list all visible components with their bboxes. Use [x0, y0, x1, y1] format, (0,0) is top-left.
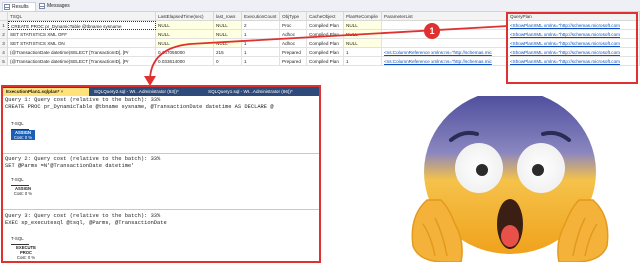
column-header-lastelapsedtime[interactable]: LastElapsedTime(sec) — [156, 12, 214, 21]
table-cell-executioncount[interactable]: 1 — [242, 30, 280, 39]
tab-execution-plan[interactable]: ExecutionPlan1.sqlplan* × — [3, 88, 89, 96]
tab-sqlquery2[interactable]: SQLQuery2.sql - WI...Administrator (63))… — [91, 88, 203, 96]
row-number[interactable]: 1 — [0, 21, 8, 30]
table-cell-last-rows[interactable]: 215 — [214, 48, 242, 57]
query-divider — [3, 209, 319, 210]
table-cell-tsql[interactable]: (@TransactionDate datetime)SELECT [Trans… — [8, 57, 156, 66]
table-cell-executioncount[interactable]: 2 — [242, 21, 280, 30]
row-number[interactable]: 4 — [0, 48, 8, 57]
plan-node-name: EXECUTE PROC — [16, 245, 36, 255]
table-cell-parameterlist-link[interactable]: <ns:ColumnReference xmlns:ns="http://sch… — [382, 48, 508, 57]
table-cell-objtype[interactable]: Proc — [280, 21, 307, 30]
tab-messages-label: Messages — [47, 3, 70, 9]
tab-sqlquery1-label: SQLQuery1.sql - WI...Administrator (66))… — [208, 89, 293, 94]
column-header-executioncount[interactable]: ExecutionCount — [242, 12, 280, 21]
table-cell-lastelapsedtime[interactable]: NULL — [156, 21, 214, 30]
tsql-root-label: T-SQL — [11, 177, 24, 182]
query-statement: EXEC sp_executesql @tsql, @Parms, @Trans… — [5, 220, 167, 226]
table-cell-objtype[interactable]: Adhoc — [280, 30, 307, 39]
tab-sqlquery2-label: SQLQuery2.sql - WI...Administrator (63))… — [94, 89, 179, 94]
table-cell-planrecompile[interactable]: 1 — [344, 48, 382, 57]
table-cell-planrecompile[interactable]: NULL — [344, 39, 382, 48]
table-cell-planrecompile[interactable]: NULL — [344, 21, 382, 30]
column-header-cacheobject[interactable]: CacheObject — [307, 12, 344, 21]
table-cell-lastelapsedtime[interactable]: NULL — [156, 39, 214, 48]
row-number[interactable]: 3 — [0, 39, 8, 48]
table-cell-executioncount[interactable]: 1 — [242, 57, 280, 66]
table-cell-objtype[interactable]: Prepared — [280, 48, 307, 57]
plan-node-cost: Cost: 0 % — [16, 255, 36, 260]
query-statement: CREATE PROC pr_DynamicTable @tbname sysn… — [5, 104, 274, 110]
table-cell-planrecompile[interactable]: NULL — [344, 30, 382, 39]
table-cell-cacheobject[interactable]: Compiled Plan — [307, 39, 344, 48]
table-cell-cacheobject[interactable]: Compiled Plan — [307, 48, 344, 57]
tab-sqlquery1[interactable]: SQLQuery1.sql - WI...Administrator (66))… — [205, 88, 317, 96]
query-statement: SET @Parms =N'@TransactionDate datetime' — [5, 163, 135, 169]
table-cell-parameterlist[interactable] — [382, 39, 508, 48]
column-header-parameterlist[interactable]: ParameterList — [382, 12, 508, 21]
plan-node-assign[interactable]: ASSIGN Cost: 0 % — [11, 130, 35, 140]
query-header: Query 1: Query cost (relative to the bat… — [5, 97, 161, 103]
table-cell-cacheobject[interactable]: Compiled Plan — [307, 21, 344, 30]
execution-plan-window: ExecutionPlan1.sqlplan* × SQLQuery2.sql … — [1, 85, 321, 263]
table-cell-last-rows[interactable]: NULL — [214, 30, 242, 39]
queryplan-highlight-box — [506, 12, 638, 84]
table-cell-objtype[interactable]: Prepared — [280, 57, 307, 66]
tab-results[interactable]: Results — [2, 2, 36, 11]
table-cell-executioncount[interactable]: 1 — [242, 39, 280, 48]
table-cell-tsql[interactable]: (@TransactionDate datetime)SELECT [Trans… — [8, 48, 156, 57]
row-header-corner — [0, 12, 8, 21]
tsql-root-label: T-SQL — [11, 121, 24, 126]
grid-icon — [4, 4, 10, 10]
table-cell-lastelapsedtime[interactable]: NULL — [156, 30, 214, 39]
table-cell-parameterlist-link[interactable]: <ns:ColumnReference xmlns:ns="http://sch… — [382, 57, 508, 66]
row-number[interactable]: 5 — [0, 57, 8, 66]
column-header-tsql[interactable]: TSQL — [8, 12, 156, 21]
column-header-objtype[interactable]: ObjType — [280, 12, 307, 21]
table-cell-lastelapsedtime[interactable]: 0.033614000 — [156, 57, 214, 66]
table-cell-objtype[interactable]: Adhoc — [280, 39, 307, 48]
table-cell-last-rows[interactable]: NULL — [214, 39, 242, 48]
query-header: Query 2: Query cost (relative to the bat… — [5, 156, 161, 162]
step-number-badge: 1 — [424, 23, 440, 39]
table-cell-cacheobject[interactable]: Compiled Plan — [307, 57, 344, 66]
table-cell-executioncount[interactable]: 1 — [242, 48, 280, 57]
table-cell-tsql[interactable]: SET STATISTICS XML OFF — [8, 30, 156, 39]
query-divider — [3, 153, 319, 154]
column-header-planrecompile[interactable]: PlanReCompile — [344, 12, 382, 21]
table-cell-lastelapsedtime[interactable]: 0.147056000 — [156, 48, 214, 57]
column-header-last-rows[interactable]: last_rows — [214, 12, 242, 21]
tab-messages[interactable]: Messages — [38, 2, 78, 11]
close-icon[interactable]: × — [61, 89, 64, 94]
results-grid: TSQL LastElapsedTime(sec) last_rows Exec… — [0, 12, 640, 86]
tab-results-label: Results — [12, 4, 29, 10]
plan-node-cost: Cost: 0 % — [13, 191, 33, 196]
execution-plan-canvas[interactable]: Query 1: Query cost (relative to the bat… — [3, 96, 319, 261]
row-number[interactable]: 2 — [0, 30, 8, 39]
plan-node-execute-proc[interactable]: EXECUTE PROC Cost: 0 % — [11, 245, 41, 260]
face-screaming-in-fear-icon — [411, 96, 609, 262]
table-cell-last-rows[interactable]: 0 — [214, 57, 242, 66]
table-cell-planrecompile[interactable]: 1 — [344, 57, 382, 66]
table-cell-tsql[interactable]: SET STATISTICS XML ON — [8, 39, 156, 48]
plan-node-assign[interactable]: ASSIGN Cost: 0 % — [11, 186, 35, 196]
query-header: Query 3: Query cost (relative to the bat… — [5, 213, 161, 219]
table-cell-tsql[interactable]: CREATE PROC pr_DynamicTable @tbname sysn… — [8, 21, 156, 30]
table-cell-last-rows[interactable]: NULL — [214, 21, 242, 30]
table-cell-parameterlist[interactable] — [382, 21, 508, 30]
table-cell-cacheobject[interactable]: Compiled Plan — [307, 30, 344, 39]
results-tabstrip: Results Messages — [0, 0, 640, 12]
table-cell-parameterlist[interactable] — [382, 30, 508, 39]
document-tabstrip: ExecutionPlan1.sqlplan* × SQLQuery2.sql … — [3, 87, 319, 96]
messages-icon — [39, 3, 45, 9]
tab-execution-plan-label: ExecutionPlan1.sqlplan* — [6, 89, 60, 94]
tsql-root-label: T-SQL — [11, 236, 24, 241]
plan-node-cost: Cost: 0 % — [13, 135, 33, 140]
